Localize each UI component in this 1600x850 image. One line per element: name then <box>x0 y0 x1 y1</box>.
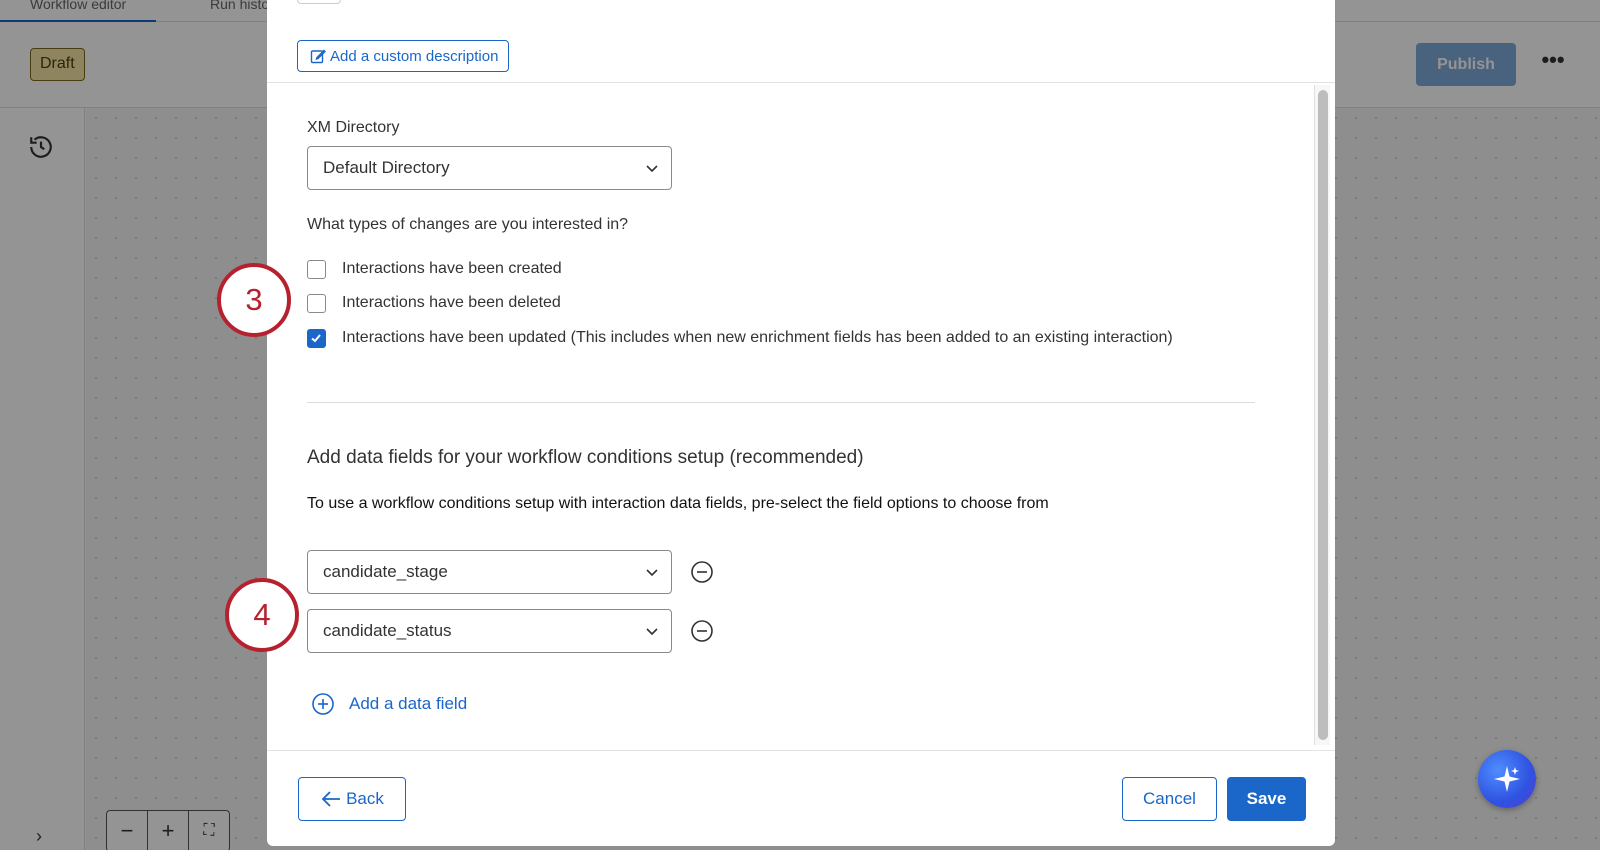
step-marker-3: 3 <box>217 263 291 337</box>
add-data-field-label: Add a data field <box>349 694 468 713</box>
add-custom-description-label: Add a custom description <box>330 47 499 65</box>
cancel-button[interactable]: Cancel <box>1122 777 1217 821</box>
data-field-value: candidate_stage <box>323 562 448 581</box>
checkbox-interactions-created[interactable]: Interactions have been created <box>307 258 562 280</box>
xm-directory-label: XM Directory <box>307 119 400 136</box>
scrollbar-thumb[interactable] <box>1318 90 1328 740</box>
back-button-label: Back <box>346 789 384 808</box>
arrow-left-icon <box>321 791 341 807</box>
edit-icon <box>310 49 326 64</box>
save-button[interactable]: Save <box>1227 777 1306 821</box>
data-field-select-2[interactable]: candidate_status <box>307 609 672 653</box>
checkbox-interactions-updated[interactable]: Interactions have been updated (This inc… <box>307 327 1173 349</box>
step-marker-4: 4 <box>225 578 299 652</box>
modal-body: XM Directory Default Directory What type… <box>267 83 1335 750</box>
ai-assistant-button[interactable] <box>1478 750 1536 808</box>
add-data-field-button[interactable]: Add a data field <box>311 692 467 716</box>
xm-directory-value: Default Directory <box>323 158 450 177</box>
remove-field-icon[interactable] <box>690 560 714 584</box>
checkbox-label: Interactions have been deleted <box>342 294 561 311</box>
add-circle-icon <box>312 693 334 715</box>
chevron-down-icon <box>646 569 658 577</box>
checkbox-interactions-deleted[interactable]: Interactions have been deleted <box>307 292 561 314</box>
checkbox[interactable] <box>307 293 326 313</box>
add-custom-description-button[interactable]: Add a custom description <box>297 40 510 72</box>
change-types-question: What types of changes are you interested… <box>307 216 629 233</box>
chevron-down-icon <box>646 628 658 636</box>
checkbox-label: Interactions have been updated (This inc… <box>342 329 1173 346</box>
data-field-select-1[interactable]: candidate_stage <box>307 550 672 594</box>
checkmark-icon <box>311 333 321 342</box>
sparkle-icon <box>1494 766 1520 792</box>
modal-scrollbar[interactable] <box>1314 85 1330 745</box>
chevron-down-icon <box>646 165 658 173</box>
back-button[interactable]: Back <box>298 777 406 821</box>
checkbox-label: Interactions have been created <box>342 260 562 277</box>
data-field-value: candidate_status <box>323 621 452 640</box>
section-divider <box>307 402 1255 403</box>
workflow-trigger-modal: Add a custom description XM Directory De… <box>267 0 1335 846</box>
data-fields-section-title: Add data fields for your workflow condit… <box>307 447 864 468</box>
checkbox-checked[interactable] <box>307 328 326 348</box>
footer-divider <box>267 750 1335 751</box>
modal-top-control <box>297 0 341 4</box>
checkbox[interactable] <box>307 259 326 279</box>
xm-directory-select[interactable]: Default Directory <box>307 146 672 190</box>
data-fields-section-description: To use a workflow conditions setup with … <box>307 495 1049 512</box>
remove-field-icon[interactable] <box>690 619 714 643</box>
